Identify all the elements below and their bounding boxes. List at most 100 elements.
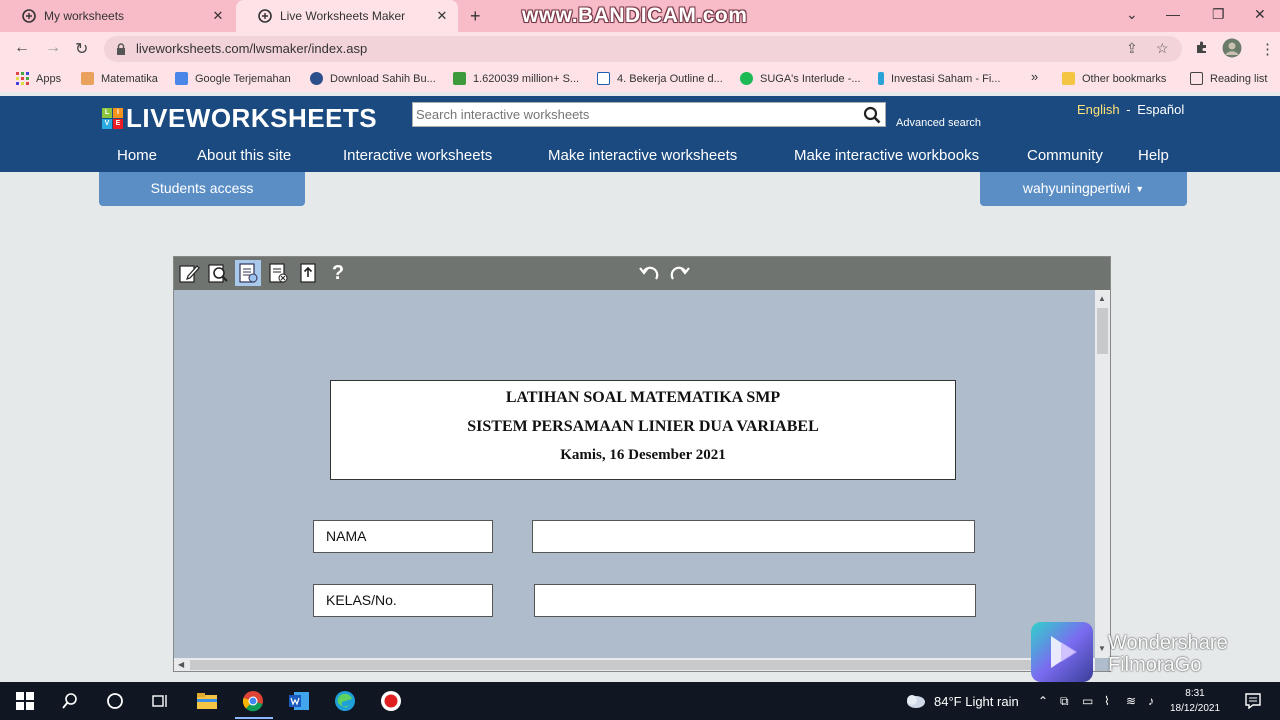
tab-close-icon[interactable]: ✕ xyxy=(208,8,228,24)
bookmark-bekerja-outline[interactable]: 4. Bekerja Outline d... xyxy=(597,72,723,85)
search-input[interactable] xyxy=(413,103,853,126)
bookmark-reading-list[interactable]: Reading list xyxy=(1190,72,1267,85)
tray-app-icon[interactable]: ⧉ xyxy=(1060,694,1069,709)
name-answer-box[interactable] xyxy=(532,520,975,553)
bookmark-apps[interactable]: Apps xyxy=(16,72,61,85)
scroll-thumb[interactable] xyxy=(190,660,1050,670)
caret-down-icon: ▼ xyxy=(1135,184,1145,195)
cortana-icon[interactable] xyxy=(104,690,126,712)
worksheet-title-box: LATIHAN SOAL MATEMATIKA SMP SISTEM PERSA… xyxy=(330,380,956,480)
nav-interactive-worksheets[interactable]: Interactive worksheets xyxy=(343,147,492,164)
tab-my-worksheets[interactable]: My worksheets ✕ xyxy=(0,0,234,32)
bookmark-investasi-saham[interactable]: Investasi Saham - Fi... xyxy=(878,72,1000,85)
windows-start-icon[interactable] xyxy=(14,690,36,712)
file-explorer-icon[interactable] xyxy=(196,690,218,712)
minimize-icon[interactable]: — xyxy=(1166,6,1180,22)
battery-saver-icon[interactable]: ▭ xyxy=(1082,694,1093,708)
students-access-button[interactable]: Students access xyxy=(99,172,305,206)
nav-help[interactable]: Help xyxy=(1138,147,1169,164)
nav-home[interactable]: Home xyxy=(117,147,157,164)
url-text: liveworksheets.com/lwsmaker/index.asp xyxy=(136,41,368,56)
nav-make-workbooks[interactable]: Make interactive workbooks xyxy=(794,147,979,164)
new-tab-icon[interactable]: + xyxy=(470,6,481,27)
tab-title: Live Worksheets Maker xyxy=(280,9,406,23)
bandicam-icon[interactable] xyxy=(380,690,402,712)
notification-center-icon[interactable] xyxy=(1242,690,1264,712)
bookmark-px[interactable]: 1.620039 million+ S... xyxy=(453,72,579,85)
advanced-search-link[interactable]: Advanced search xyxy=(896,117,981,129)
bookmark-favicon-icon xyxy=(81,72,94,85)
scroll-left-icon[interactable]: ◀ xyxy=(178,660,184,669)
worksheet-canvas[interactable]: LATIHAN SOAL MATEMATIKA SMP SISTEM PERSA… xyxy=(174,290,1095,658)
lang-espanol-link[interactable]: Español xyxy=(1137,102,1184,117)
weather-text[interactable]: 84°F Light rain xyxy=(934,694,1019,709)
close-window-icon[interactable]: ✕ xyxy=(1254,6,1266,23)
help-icon[interactable]: ? xyxy=(325,260,351,286)
bookmark-star-icon[interactable]: ☆ xyxy=(1156,40,1169,57)
edge-icon[interactable] xyxy=(334,690,356,712)
vertical-scrollbar[interactable]: ▲ ▼ xyxy=(1095,290,1110,658)
tab-close-icon[interactable]: ✕ xyxy=(432,8,452,24)
bookmark-download-sahih[interactable]: Download Sahih Bu... xyxy=(310,72,436,85)
px-icon xyxy=(453,72,466,85)
restore-icon[interactable]: ❐ xyxy=(1212,6,1225,23)
worksheet-editor: ? LATIHAN SOAL MATEMATIKA SMP SISTEM PER… xyxy=(173,256,1111,672)
search-icon[interactable] xyxy=(863,106,881,129)
delete-worksheet-icon[interactable] xyxy=(265,260,291,286)
class-answer-box[interactable] xyxy=(534,584,976,617)
scroll-up-icon[interactable]: ▲ xyxy=(1098,294,1106,303)
bookmarks-bar: Apps Matematika Google Terjemahan Downlo… xyxy=(0,66,1280,92)
search-icon[interactable] xyxy=(59,690,81,712)
bookmark-other-bookmarks[interactable]: Other bookmarks xyxy=(1062,72,1166,85)
bookmark-matematika[interactable]: Matematika xyxy=(81,72,158,85)
tab-live-worksheets-maker[interactable]: Live Worksheets Maker ✕ xyxy=(236,0,458,32)
nav-community[interactable]: Community xyxy=(1027,147,1103,164)
horizontal-scrollbar[interactable]: ◀ xyxy=(174,658,1095,671)
bookmark-google-translate[interactable]: Google Terjemahan xyxy=(175,72,291,85)
word-icon[interactable] xyxy=(288,690,310,712)
system-clock[interactable]: 8:31 18/12/2021 xyxy=(1166,686,1224,716)
redo-icon[interactable] xyxy=(667,260,693,286)
site-search xyxy=(412,102,886,127)
scroll-thumb[interactable] xyxy=(1097,308,1108,354)
address-toolbar: ← → ↻ liveworksheets.com/lwsmaker/index.… xyxy=(0,32,1280,66)
nav-about[interactable]: About this site xyxy=(197,147,291,164)
show-hidden-icons-chevron-icon[interactable]: ⌃ xyxy=(1038,694,1048,708)
profile-avatar[interactable] xyxy=(1222,38,1242,62)
bluetooth-icon[interactable]: ⌇ xyxy=(1104,694,1110,708)
browser-menu-icon[interactable]: ⋮ xyxy=(1260,40,1275,58)
back-icon[interactable]: ← xyxy=(14,39,30,57)
lang-english-link[interactable]: English xyxy=(1077,102,1120,117)
scroll-down-icon[interactable]: ▼ xyxy=(1098,644,1106,653)
save-worksheet-icon[interactable] xyxy=(235,260,261,286)
volume-icon[interactable]: ♪ xyxy=(1148,694,1154,708)
undo-icon[interactable] xyxy=(636,260,662,286)
bookmark-label: 4. Bekerja Outline d... xyxy=(617,72,723,85)
browser-tab-strip: My worksheets ✕ Live Worksheets Maker ✕ … xyxy=(0,0,1280,32)
forward-icon[interactable]: → xyxy=(45,39,61,57)
tab-search-chevron-icon[interactable]: ⌄ xyxy=(1126,6,1138,23)
weather-cloud-icon[interactable] xyxy=(904,690,926,712)
apps-grid-icon xyxy=(16,72,29,85)
share-icon[interactable]: ⇪ xyxy=(1126,40,1138,57)
bookmark-label: Matematika xyxy=(101,72,158,85)
nav-make-worksheets[interactable]: Make interactive worksheets xyxy=(548,147,737,164)
chrome-icon[interactable] xyxy=(242,690,264,712)
logo-text: LIVEWORKSHEETS xyxy=(126,103,378,133)
address-bar[interactable]: liveworksheets.com/lwsmaker/index.asp ⇪ … xyxy=(104,36,1182,62)
clock-time: 8:31 xyxy=(1185,688,1205,699)
wifi-icon[interactable]: ≋ xyxy=(1126,694,1136,708)
user-menu-button[interactable]: wahyuningpertiwi ▼ xyxy=(980,172,1187,206)
bookmarks-overflow-icon[interactable]: » xyxy=(1031,69,1038,84)
bookmark-suga-interlude[interactable]: SUGA's Interlude -... xyxy=(740,72,861,85)
upload-icon[interactable] xyxy=(295,260,321,286)
extensions-puzzle-icon[interactable] xyxy=(1195,40,1209,58)
site-logo[interactable]: L I V E LIVEWORKSHEETS xyxy=(102,103,377,134)
worksheet-subtitle: SISTEM PERSAMAAN LINIER DUA VARIABEL xyxy=(467,418,819,435)
preview-icon[interactable] xyxy=(205,260,231,286)
reading-list-icon xyxy=(1190,72,1203,85)
edit-icon[interactable] xyxy=(176,260,202,286)
reload-icon[interactable]: ↻ xyxy=(75,39,88,59)
doc-icon xyxy=(597,72,610,85)
task-view-icon[interactable] xyxy=(149,690,171,712)
